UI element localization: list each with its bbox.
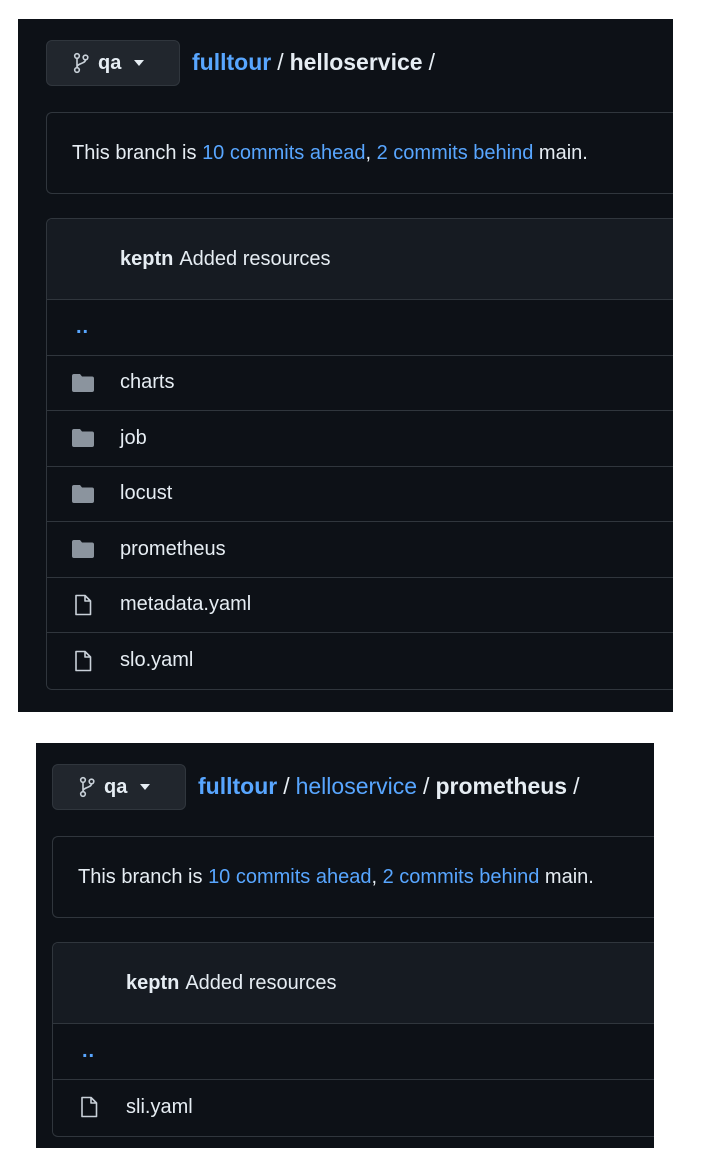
- chevron-down-icon: [134, 60, 145, 66]
- commit-message[interactable]: Added resources: [179, 248, 330, 271]
- file-icon: [70, 594, 96, 616]
- parent-directory-row[interactable]: ..: [47, 300, 673, 356]
- branch-status-notice: This branch is 10 commits ahead , 2 comm…: [52, 836, 654, 918]
- entry-name[interactable]: slo.yaml: [120, 649, 193, 672]
- file-list: keptn Added resources .. sli.yaml: [52, 942, 654, 1137]
- entry-name[interactable]: locust: [120, 482, 172, 505]
- commits-behind-link[interactable]: 2 commits behind: [383, 866, 540, 889]
- breadcrumb-repo-link[interactable]: fulltour: [192, 49, 271, 76]
- folder-icon: [70, 483, 96, 505]
- commit-message[interactable]: Added resources: [185, 972, 336, 995]
- parent-directory-link[interactable]: ..: [82, 1040, 95, 1063]
- parent-directory-row[interactable]: ..: [53, 1024, 654, 1080]
- notice-text: This branch is: [72, 141, 203, 164]
- breadcrumb-repo-link[interactable]: fulltour: [198, 773, 277, 800]
- file-icon: [70, 650, 96, 672]
- file-list: keptn Added resources .. charts job locu…: [46, 218, 673, 690]
- list-item[interactable]: slo.yaml: [47, 633, 673, 689]
- breadcrumb: fulltour / helloservice / prometheus /: [198, 773, 585, 800]
- branch-status-notice: This branch is 10 commits ahead , 2 comm…: [46, 112, 673, 194]
- latest-commit-row: keptn Added resources: [53, 943, 654, 1024]
- list-item[interactable]: metadata.yaml: [47, 577, 673, 633]
- breadcrumb-separator: /: [283, 773, 290, 799]
- commits-behind-link[interactable]: 2 commits behind: [377, 142, 534, 165]
- file-icon: [76, 1096, 102, 1118]
- list-item[interactable]: job: [47, 411, 673, 467]
- entry-name[interactable]: prometheus: [120, 538, 226, 561]
- breadcrumb-separator: /: [428, 49, 435, 75]
- folder-icon: [70, 372, 96, 394]
- chevron-down-icon: [140, 784, 151, 790]
- folder-icon: [70, 538, 96, 560]
- folder-icon: [70, 427, 96, 449]
- branch-selector-button[interactable]: qa: [46, 40, 180, 86]
- commits-ahead-link[interactable]: 10 commits ahead: [208, 866, 371, 889]
- list-item[interactable]: locust: [47, 466, 673, 522]
- breadcrumb-separator: /: [423, 773, 430, 799]
- commit-author[interactable]: keptn: [126, 972, 179, 995]
- breadcrumb-separator: /: [277, 49, 284, 75]
- latest-commit-row: keptn Added resources: [47, 219, 673, 300]
- breadcrumb-separator: /: [573, 773, 580, 799]
- breadcrumb-folder-link[interactable]: helloservice: [296, 773, 417, 800]
- breadcrumb-current: helloservice: [289, 49, 423, 75]
- repo-browser-panel: qa fulltour / helloservice / prometheus …: [36, 743, 654, 1148]
- notice-text: This branch is: [78, 865, 209, 888]
- list-item[interactable]: prometheus: [47, 522, 673, 578]
- entry-name[interactable]: charts: [120, 371, 174, 394]
- commit-author[interactable]: keptn: [120, 248, 173, 271]
- entry-name[interactable]: job: [120, 427, 147, 450]
- breadcrumb: fulltour / helloservice /: [192, 49, 441, 76]
- branch-name: qa: [104, 775, 128, 798]
- commits-ahead-link[interactable]: 10 commits ahead: [202, 142, 365, 165]
- list-item[interactable]: charts: [47, 355, 673, 411]
- git-branch-icon: [79, 776, 95, 798]
- list-item[interactable]: sli.yaml: [53, 1079, 654, 1135]
- notice-text: ,: [365, 141, 377, 164]
- notice-text: main.: [533, 141, 588, 164]
- branch-name: qa: [98, 51, 122, 74]
- notice-text: main.: [539, 865, 594, 888]
- repo-browser-panel: qa fulltour / helloservice / This branch…: [18, 19, 673, 712]
- git-branch-icon: [73, 52, 89, 74]
- entry-name[interactable]: metadata.yaml: [120, 593, 251, 616]
- entry-name[interactable]: sli.yaml: [126, 1096, 193, 1119]
- branch-selector-button[interactable]: qa: [52, 764, 186, 810]
- notice-text: ,: [371, 865, 383, 888]
- parent-directory-link[interactable]: ..: [76, 316, 89, 339]
- breadcrumb-current: prometheus: [435, 773, 568, 799]
